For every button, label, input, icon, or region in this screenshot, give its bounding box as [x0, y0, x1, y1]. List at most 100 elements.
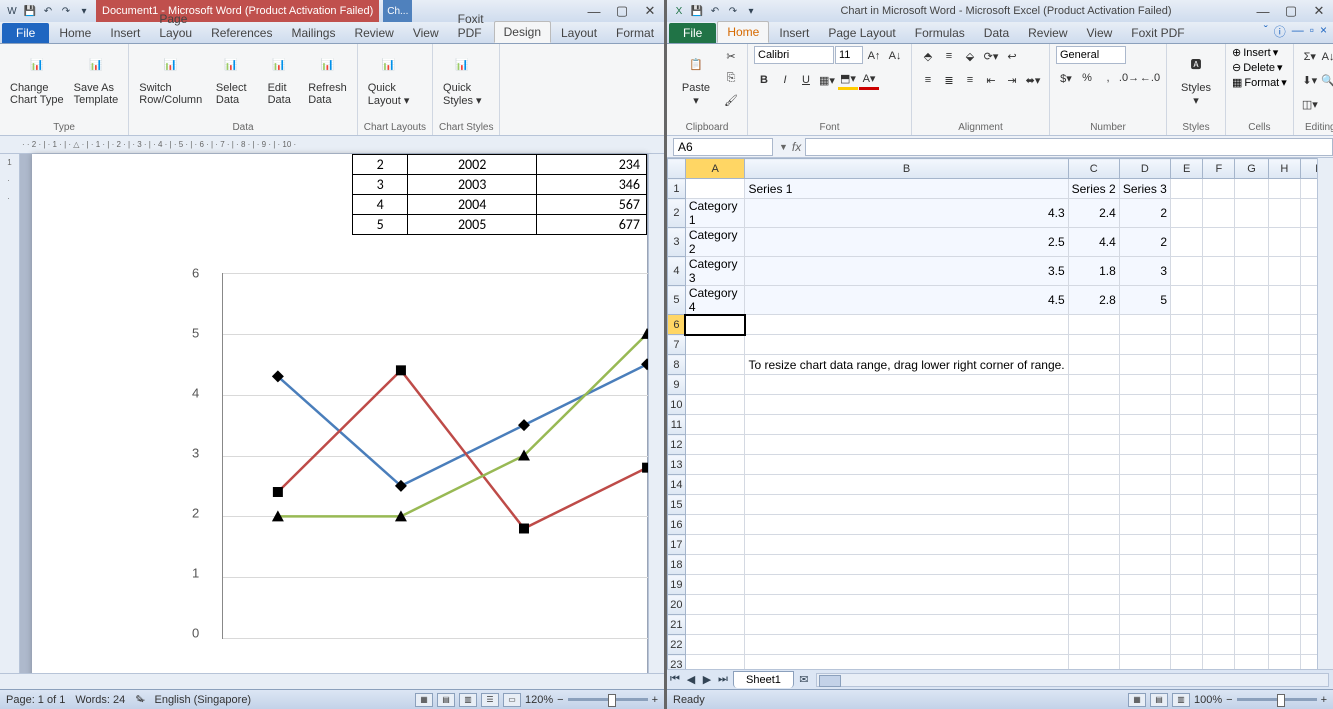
maximize-icon[interactable]: ▢	[1277, 1, 1305, 21]
save-icon[interactable]: 💾	[689, 3, 705, 19]
cell[interactable]	[1068, 635, 1119, 655]
tab-review[interactable]: Review	[345, 23, 402, 43]
sort-filter-icon[interactable]: A↓▾	[1321, 46, 1333, 66]
orientation-icon[interactable]: ⟳▾	[981, 46, 1001, 66]
cell[interactable]	[1171, 228, 1203, 257]
minimize-icon[interactable]: —	[1249, 1, 1277, 21]
cell[interactable]	[1119, 595, 1170, 615]
column-header[interactable]: H	[1268, 159, 1301, 179]
cell[interactable]	[1235, 286, 1268, 315]
cell[interactable]	[685, 375, 745, 395]
cell[interactable]	[1268, 435, 1301, 455]
font-name-input[interactable]: Calibri	[754, 46, 834, 64]
table-cell[interactable]: 2002	[408, 155, 537, 175]
table-cell[interactable]: 2004	[408, 195, 537, 215]
cell[interactable]	[1203, 395, 1235, 415]
cell[interactable]	[1268, 315, 1301, 335]
cell[interactable]	[1203, 286, 1235, 315]
autosum-icon[interactable]: Σ▾	[1300, 46, 1320, 66]
cell[interactable]	[1268, 257, 1301, 286]
tab-design[interactable]: Design	[494, 21, 551, 43]
cell[interactable]	[1235, 595, 1268, 615]
full-screen-view-icon[interactable]: ▤	[437, 693, 455, 707]
data-marker[interactable]	[273, 487, 283, 497]
tab-foxitpdf[interactable]: Foxit PDF	[449, 9, 493, 43]
cell[interactable]	[1268, 199, 1301, 228]
cell[interactable]	[1203, 228, 1235, 257]
cell[interactable]	[1235, 199, 1268, 228]
cell[interactable]	[1203, 375, 1235, 395]
data-marker[interactable]	[519, 524, 529, 534]
cell[interactable]	[1171, 615, 1203, 635]
row-header[interactable]: 7	[668, 335, 686, 355]
cell[interactable]	[1268, 179, 1301, 199]
table-cell[interactable]: 234	[536, 155, 646, 175]
cell[interactable]: 3.5	[745, 257, 1068, 286]
insert-cells-button[interactable]: ⊕ Insert ▾	[1232, 46, 1278, 59]
cell[interactable]	[1068, 655, 1119, 670]
cell[interactable]	[1268, 615, 1301, 635]
tab-pagelayout[interactable]: Page Layout	[819, 23, 904, 43]
cell[interactable]	[1068, 435, 1119, 455]
cell[interactable]	[1068, 575, 1119, 595]
cell[interactable]	[1203, 355, 1235, 375]
cell[interactable]	[1268, 655, 1301, 670]
cell[interactable]	[1203, 475, 1235, 495]
cell[interactable]	[1268, 555, 1301, 575]
table-cell[interactable]: 2003	[408, 175, 537, 195]
cell[interactable]	[1235, 515, 1268, 535]
cell[interactable]	[1119, 635, 1170, 655]
clear-icon[interactable]: ◫▾	[1300, 94, 1320, 114]
align-left-icon[interactable]: ≡	[918, 70, 938, 90]
vertical-scrollbar[interactable]	[648, 154, 664, 673]
cell[interactable]	[1068, 415, 1119, 435]
cell[interactable]	[1119, 515, 1170, 535]
tab-home[interactable]: Home	[50, 23, 100, 43]
save-as-template[interactable]: 📊Save AsTemplate	[70, 46, 123, 108]
cell[interactable]	[1119, 475, 1170, 495]
cell[interactable]	[685, 435, 745, 455]
align-top-icon[interactable]: ⬘	[918, 46, 938, 66]
cell[interactable]	[745, 635, 1068, 655]
cell[interactable]	[1068, 495, 1119, 515]
cell[interactable]	[1268, 455, 1301, 475]
data-marker[interactable]	[518, 419, 530, 431]
cell[interactable]	[745, 495, 1068, 515]
tab-formulas[interactable]: Formulas	[906, 23, 974, 43]
align-bottom-icon[interactable]: ⬙	[960, 46, 980, 66]
row-header[interactable]: 10	[668, 395, 686, 415]
undo-icon[interactable]: ↶	[40, 3, 56, 19]
redo-icon[interactable]: ↷	[725, 3, 741, 19]
cell[interactable]: To resize chart data range, drag lower r…	[745, 355, 1068, 375]
format-cells-button[interactable]: ▦ Format ▾	[1232, 76, 1287, 89]
cell[interactable]	[1171, 355, 1203, 375]
row-header[interactable]: 16	[668, 515, 686, 535]
tab-mailings[interactable]: Mailings	[282, 23, 344, 43]
underline-icon[interactable]: U	[796, 70, 816, 90]
cell[interactable]: 4.3	[745, 199, 1068, 228]
cell[interactable]	[745, 375, 1068, 395]
formula-bar[interactable]	[805, 138, 1333, 156]
currency-icon[interactable]: $▾	[1056, 68, 1076, 88]
cell[interactable]	[1203, 655, 1235, 670]
horizontal-ruler[interactable]: · · 2 · | · 1 · | · △ · | · 1 · | · 2 · …	[0, 136, 664, 154]
cell[interactable]	[1268, 595, 1301, 615]
table-cell[interactable]: 346	[536, 175, 646, 195]
zoom-out-icon[interactable]: −	[557, 694, 563, 706]
cell[interactable]	[745, 615, 1068, 635]
cell[interactable]	[1203, 455, 1235, 475]
prev-sheet-icon[interactable]: ◀	[683, 672, 699, 688]
cell[interactable]	[1203, 615, 1235, 635]
row-header[interactable]: 15	[668, 495, 686, 515]
row-header[interactable]: 22	[668, 635, 686, 655]
decrease-font-icon[interactable]: A↓	[885, 46, 905, 66]
cell[interactable]	[1268, 355, 1301, 375]
cell[interactable]	[1068, 555, 1119, 575]
close-icon[interactable]: ✕	[1305, 1, 1333, 21]
refresh-data[interactable]: 📊RefreshData	[304, 46, 351, 108]
cell[interactable]: Category 1	[685, 199, 745, 228]
cell[interactable]	[1235, 179, 1268, 199]
cell[interactable]	[685, 615, 745, 635]
spell-check-icon[interactable]: ✎̶	[135, 693, 144, 706]
decrease-decimal-icon[interactable]: ←.0	[1140, 68, 1160, 88]
